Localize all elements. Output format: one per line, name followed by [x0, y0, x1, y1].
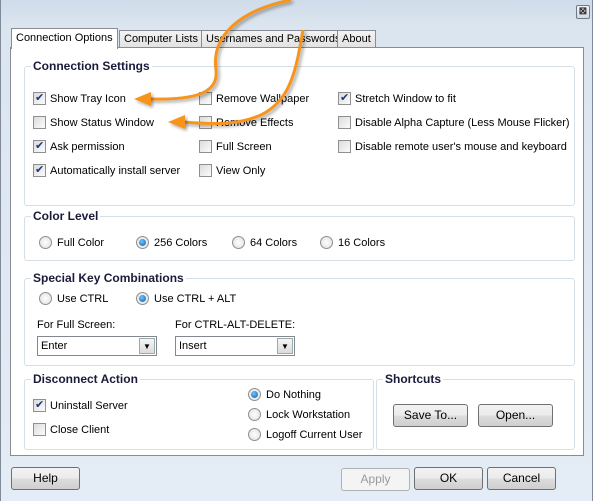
- 256-colors-radio[interactable]: 256 Colors: [136, 236, 207, 249]
- full-screen-checkbox[interactable]: Full Screen: [199, 140, 272, 153]
- close-client-checkbox[interactable]: Close Client: [33, 423, 109, 436]
- close-icon: ⊠: [578, 6, 588, 17]
- special-keys-group: Special Key Combinations Use CTRL Use CT…: [24, 271, 575, 366]
- checkbox-box[interactable]: [199, 116, 212, 129]
- radio-circle[interactable]: [248, 388, 261, 401]
- checkbox-box[interactable]: [33, 423, 46, 436]
- checkbox-box[interactable]: [199, 92, 212, 105]
- uninstall-server-checkbox[interactable]: Uninstall Server: [33, 398, 128, 412]
- group-title: Disconnect Action: [31, 372, 140, 386]
- radio-circle[interactable]: [136, 236, 149, 249]
- cad-key-select[interactable]: Insert ▼: [175, 336, 295, 356]
- 64-colors-radio[interactable]: 64 Colors: [232, 236, 297, 249]
- use-ctrl-radio[interactable]: Use CTRL: [39, 292, 108, 305]
- view-only-checkbox[interactable]: View Only: [199, 164, 265, 177]
- disable-remote-input-checkbox[interactable]: Disable remote user's mouse and keyboard: [338, 140, 567, 153]
- disconnect-action-group: Disconnect Action Uninstall Server Close…: [24, 372, 374, 450]
- use-ctrl-alt-radio[interactable]: Use CTRL + ALT: [136, 292, 236, 305]
- help-button[interactable]: Help: [11, 467, 80, 490]
- remove-effects-checkbox[interactable]: Remove Effects: [199, 116, 293, 129]
- chevron-down-icon[interactable]: ▼: [139, 338, 155, 354]
- group-title: Color Level: [31, 209, 101, 223]
- radio-circle[interactable]: [248, 428, 261, 441]
- options-dialog: ⊠ Connection Options Computer Lists User…: [0, 0, 593, 501]
- group-title: Connection Settings: [31, 59, 152, 73]
- group-title: Shortcuts: [383, 372, 444, 386]
- show-status-window-checkbox[interactable]: Show Status Window: [33, 116, 154, 129]
- ok-button[interactable]: OK: [414, 467, 483, 490]
- open-button[interactable]: Open...: [478, 404, 553, 427]
- radio-circle[interactable]: [320, 236, 333, 249]
- save-to-button[interactable]: Save To...: [393, 404, 468, 427]
- radio-circle[interactable]: [232, 236, 245, 249]
- radio-circle[interactable]: [39, 292, 52, 305]
- select-value: Insert: [179, 340, 207, 352]
- ask-permission-checkbox[interactable]: Ask permission: [33, 139, 125, 153]
- logoff-user-radio[interactable]: Logoff Current User: [248, 428, 362, 441]
- show-tray-icon-checkbox[interactable]: Show Tray Icon: [33, 91, 126, 105]
- cancel-button[interactable]: Cancel: [487, 467, 556, 490]
- color-level-group: Color Level Full Color 256 Colors 64 Col…: [24, 209, 575, 261]
- apply-button[interactable]: Apply: [341, 468, 410, 491]
- radio-circle[interactable]: [39, 236, 52, 249]
- remove-wallpaper-checkbox[interactable]: Remove Wallpaper: [199, 92, 309, 105]
- radio-circle[interactable]: [248, 408, 261, 421]
- cad-key-label: For CTRL-ALT-DELETE:: [175, 319, 296, 331]
- checkbox-box[interactable]: [338, 140, 351, 153]
- checkbox-box[interactable]: [338, 91, 351, 105]
- tab-computer-lists[interactable]: Computer Lists: [119, 30, 203, 48]
- checkbox-box[interactable]: [33, 139, 46, 153]
- tab-usernames-passwords[interactable]: Usernames and Passwords: [201, 30, 346, 48]
- select-value: Enter: [41, 340, 68, 352]
- auto-install-server-checkbox[interactable]: Automatically install server: [33, 163, 180, 177]
- checkbox-box[interactable]: [199, 164, 212, 177]
- chevron-down-icon[interactable]: ▼: [277, 338, 293, 354]
- full-screen-key-select[interactable]: Enter ▼: [37, 336, 157, 356]
- tab-panel: Connection Settings Show Tray Icon Show …: [10, 47, 584, 456]
- shortcuts-group: Shortcuts Save To... Open...: [376, 372, 575, 450]
- checkbox-box[interactable]: [33, 116, 46, 129]
- checkbox-box[interactable]: [33, 163, 46, 177]
- lock-workstation-radio[interactable]: Lock Workstation: [248, 408, 350, 421]
- full-screen-key-label: For Full Screen:: [37, 319, 116, 331]
- stretch-window-checkbox[interactable]: Stretch Window to fit: [338, 91, 456, 105]
- close-button[interactable]: ⊠: [576, 5, 590, 19]
- checkbox-box[interactable]: [338, 116, 351, 129]
- do-nothing-radio[interactable]: Do Nothing: [248, 388, 321, 401]
- connection-settings-group: Connection Settings Show Tray Icon Show …: [24, 59, 575, 206]
- 16-colors-radio[interactable]: 16 Colors: [320, 236, 385, 249]
- checkbox-box[interactable]: [199, 140, 212, 153]
- tab-connection-options[interactable]: Connection Options: [11, 28, 118, 49]
- tab-about[interactable]: About: [337, 30, 376, 48]
- radio-circle[interactable]: [136, 292, 149, 305]
- group-title: Special Key Combinations: [31, 271, 186, 285]
- full-color-radio[interactable]: Full Color: [39, 236, 104, 249]
- checkbox-box[interactable]: [33, 91, 46, 105]
- checkbox-box[interactable]: [33, 398, 46, 412]
- disable-alpha-capture-checkbox[interactable]: Disable Alpha Capture (Less Mouse Flicke…: [338, 116, 570, 129]
